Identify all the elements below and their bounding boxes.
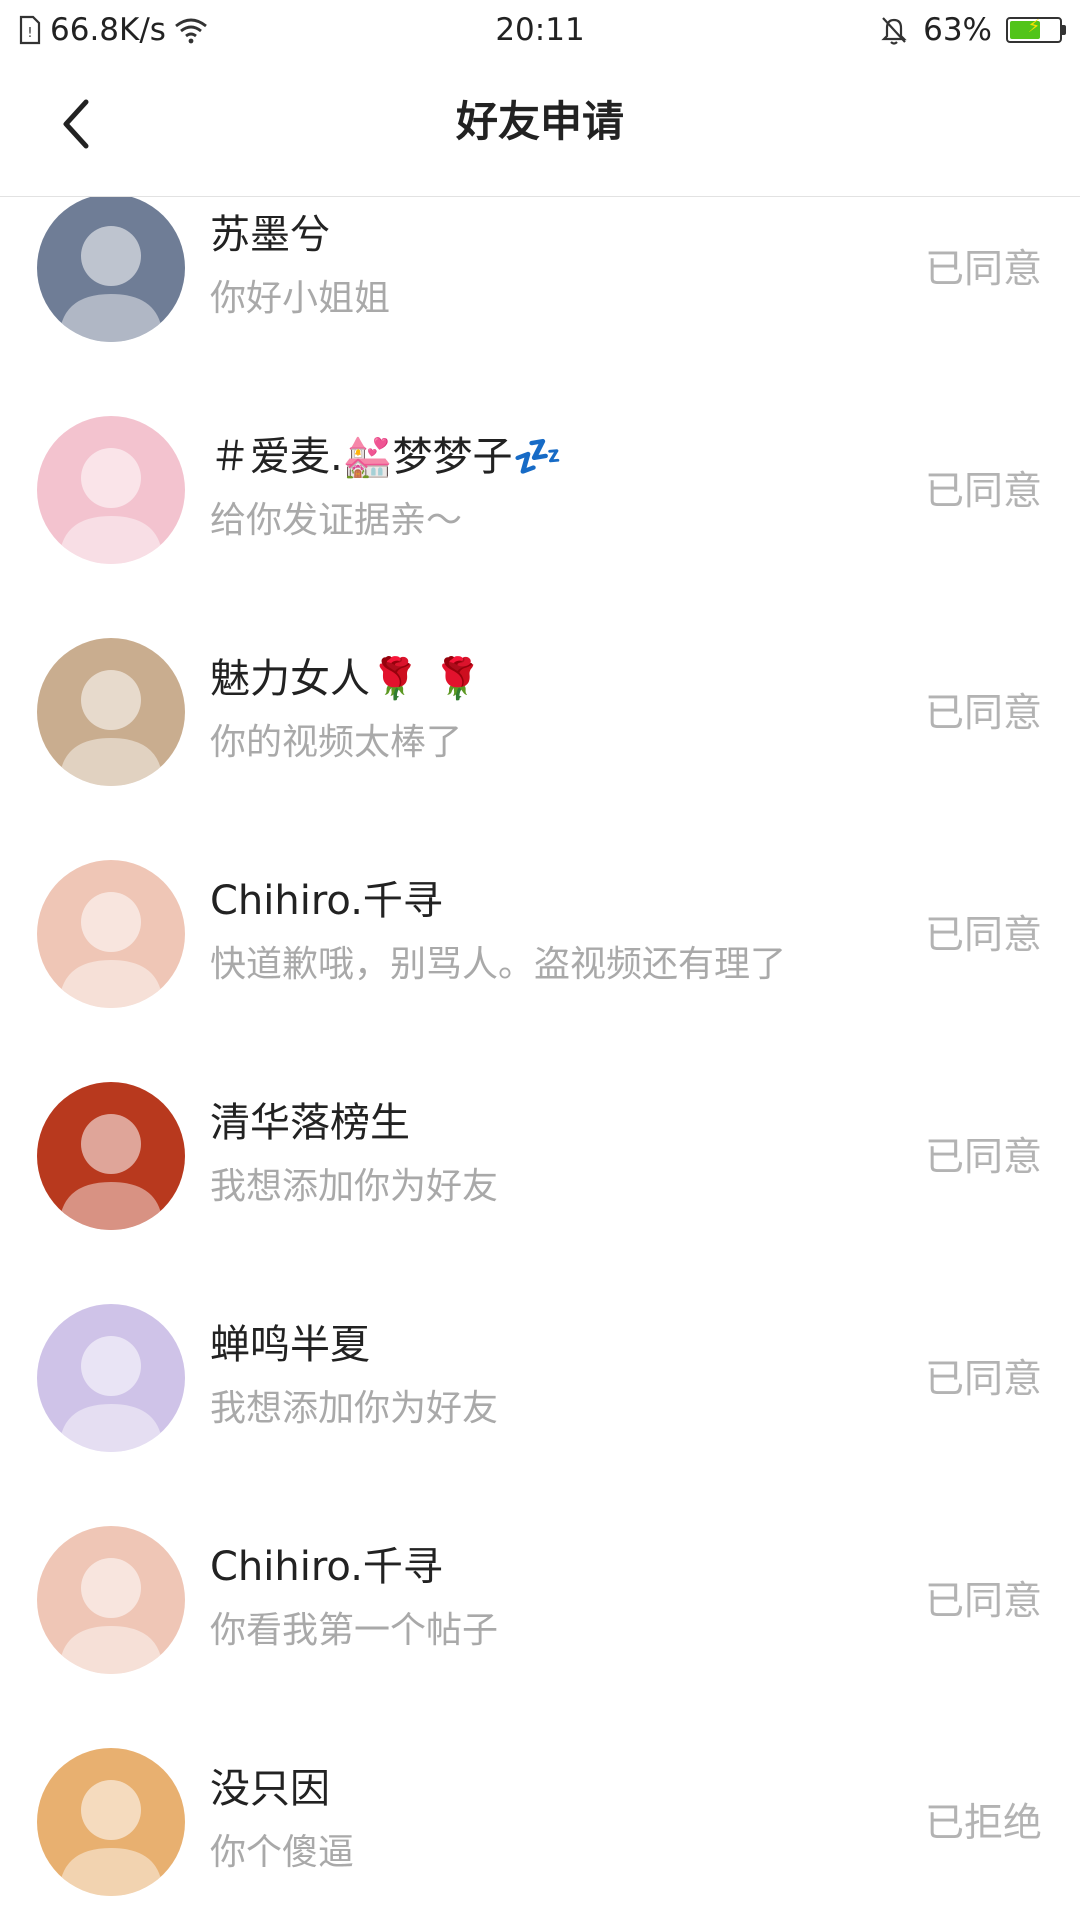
request-message: 你的视频太棒了 — [210, 722, 463, 763]
requester-name: 蝉鸣半夏 — [210, 1322, 370, 1368]
requester-name: Chihiro.千寻 — [210, 878, 443, 924]
request-message: 你看我第一个帖子 — [210, 1610, 499, 1651]
avatar[interactable] — [37, 638, 185, 786]
requester-name: 苏墨兮 — [210, 212, 330, 258]
request-status: 已同意 — [924, 913, 1042, 958]
charging-bolt-icon: ⚡ — [1027, 16, 1041, 37]
page-title: 好友申请 — [455, 97, 624, 146]
request-message: 你个傻逼 — [210, 1832, 355, 1873]
friend-request-list[interactable]: 苏墨兮 你好小姐姐 已同意 ＃爱麦.💒梦梦子💤 给你发证据亲～ 已同意 魅力女人… — [0, 197, 1080, 1920]
avatar[interactable] — [37, 1082, 185, 1230]
battery-charging-icon: ⚡ — [1006, 16, 1066, 43]
bell-muted-icon — [879, 14, 909, 46]
friend-request-row[interactable]: 蝉鸣半夏 我想添加你为好友 已同意 — [0, 1267, 1080, 1489]
friend-request-row[interactable]: 清华落榜生 我想添加你为好友 已同意 — [0, 1045, 1080, 1267]
title-bar: 好友申请 — [0, 58, 1080, 197]
avatar[interactable] — [37, 416, 185, 564]
friend-request-row[interactable]: 没只因 你个傻逼 已拒绝 — [0, 1711, 1080, 1920]
battery-percent: 63% — [923, 12, 992, 48]
request-message: 给你发证据亲～ — [210, 500, 463, 541]
avatar[interactable] — [37, 1526, 185, 1674]
status-bar: ! 66.8K/s 20:11 63% ⚡ — [0, 0, 1080, 58]
request-status: 已同意 — [924, 469, 1042, 514]
avatar[interactable] — [37, 860, 185, 1008]
friend-request-row[interactable]: Chihiro.千寻 你看我第一个帖子 已同意 — [0, 1489, 1080, 1711]
request-message: 快道歉哦，别骂人。盗视频还有理了 — [210, 944, 787, 985]
friend-request-row[interactable]: 苏墨兮 你好小姐姐 已同意 — [0, 197, 1080, 379]
friend-request-row[interactable]: Chihiro.千寻 快道歉哦，别骂人。盗视频还有理了 已同意 — [0, 823, 1080, 1045]
friend-request-row[interactable]: ＃爱麦.💒梦梦子💤 给你发证据亲～ 已同意 — [0, 379, 1080, 601]
avatar[interactable] — [37, 1304, 185, 1452]
request-message: 你好小姐姐 — [210, 278, 391, 319]
requester-name: 魅力女人🌹 🌹 — [210, 656, 483, 702]
request-status: 已同意 — [924, 691, 1042, 736]
requester-name: 清华落榜生 — [210, 1100, 410, 1146]
request-status: 已同意 — [924, 1135, 1042, 1180]
request-status: 已同意 — [924, 1579, 1042, 1624]
requester-name: ＃爱麦.💒梦梦子💤 — [210, 434, 563, 480]
friend-request-row[interactable]: 魅力女人🌹 🌹 你的视频太棒了 已同意 — [0, 601, 1080, 823]
request-status: 已同意 — [924, 247, 1042, 292]
friend-request-list-inner: 苏墨兮 你好小姐姐 已同意 ＃爱麦.💒梦梦子💤 给你发证据亲～ 已同意 魅力女人… — [0, 197, 1080, 1920]
avatar[interactable] — [37, 197, 185, 342]
requester-name: 没只因 — [210, 1766, 330, 1812]
avatar[interactable] — [37, 1748, 185, 1896]
status-right: 63% ⚡ — [879, 10, 1066, 50]
request-message: 我想添加你为好友 — [210, 1388, 499, 1429]
request-status: 已拒绝 — [924, 1801, 1042, 1846]
request-message: 我想添加你为好友 — [210, 1166, 499, 1207]
friend-requests-screen: ! 66.8K/s 20:11 63% ⚡ 好友申请 苏墨兮 你好小姐姐 已同意… — [0, 0, 1080, 1920]
requester-name: Chihiro.千寻 — [210, 1544, 443, 1590]
request-status: 已同意 — [924, 1357, 1042, 1402]
